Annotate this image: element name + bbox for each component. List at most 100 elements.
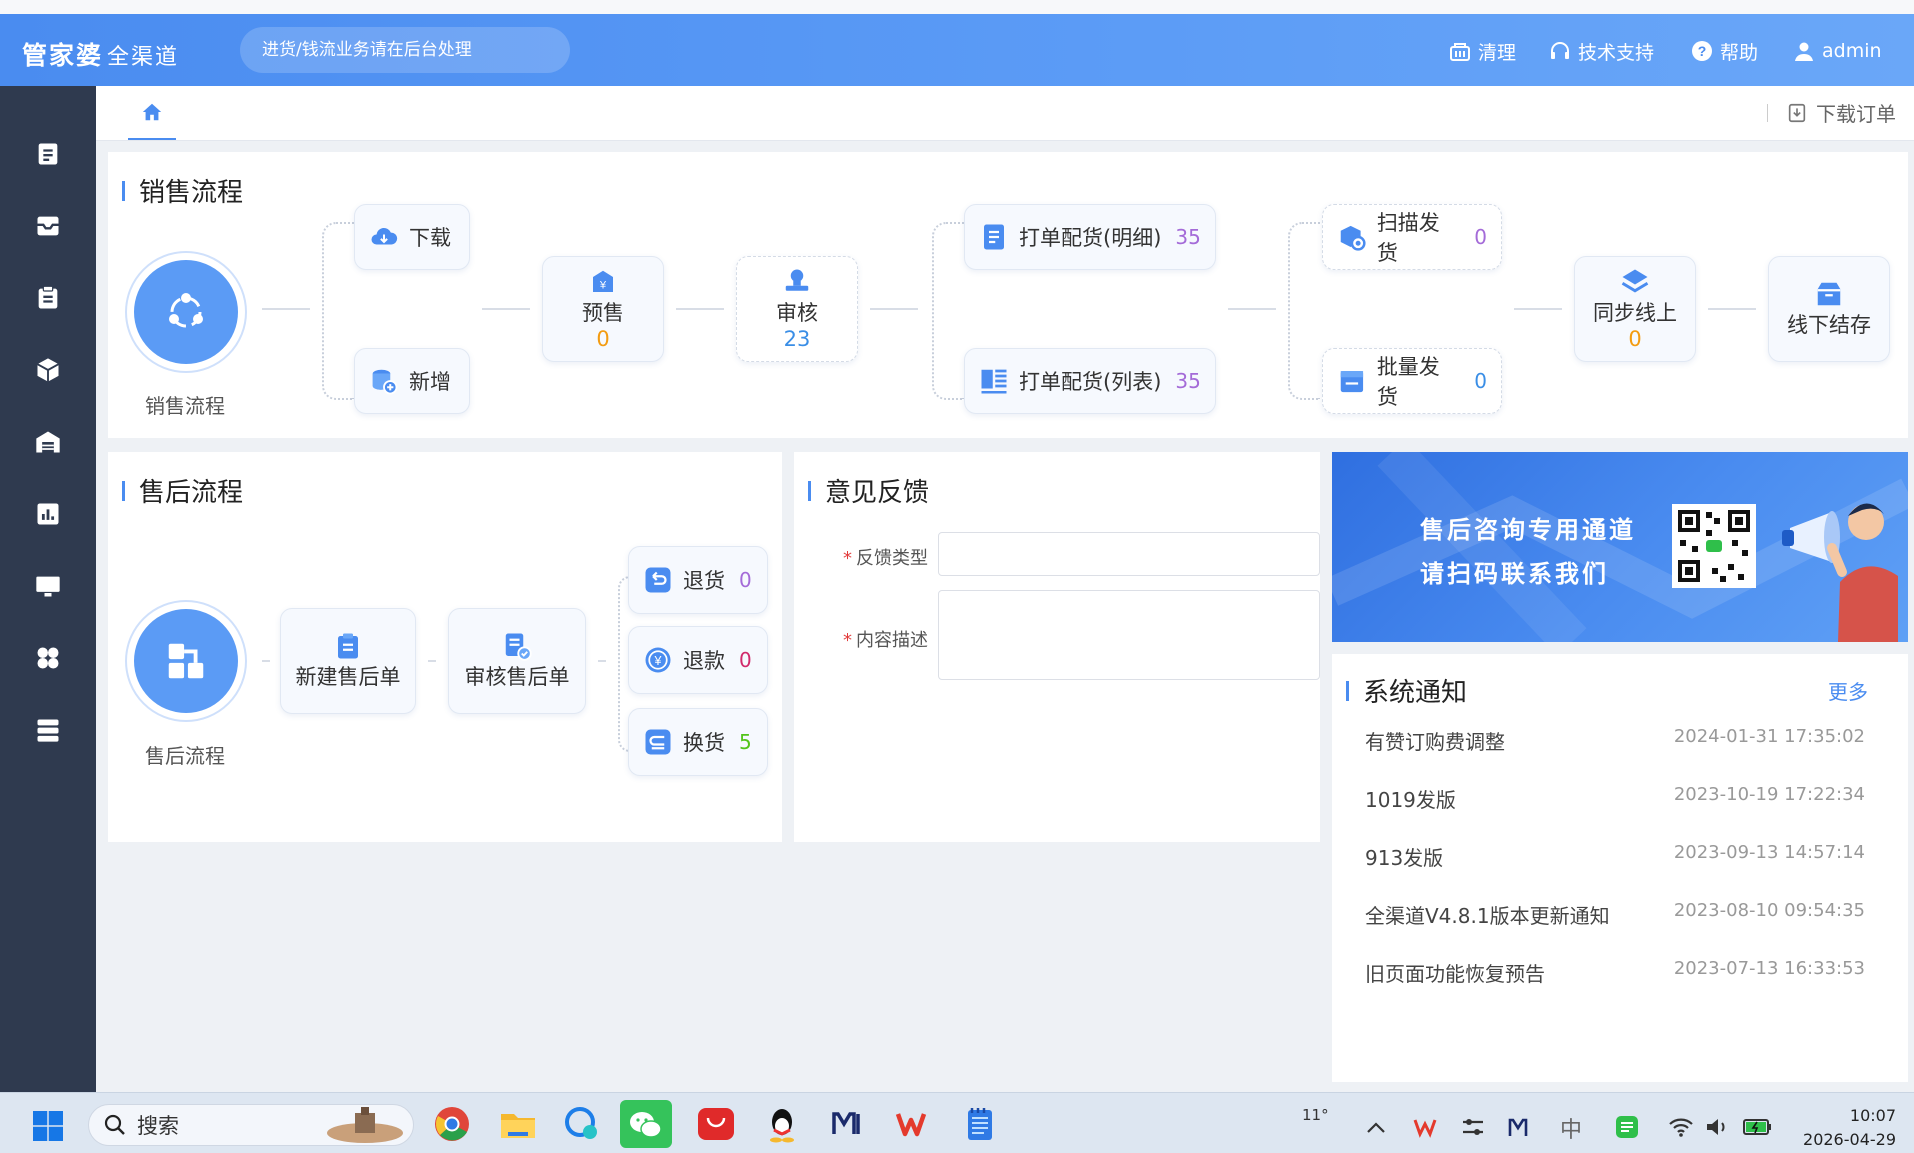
wechat-active-tile[interactable]: [620, 1100, 672, 1148]
app-logo[interactable]: 管家婆 全渠道: [22, 36, 179, 72]
sync-tray-icon[interactable]: [1614, 1114, 1640, 1140]
presale-node[interactable]: ¥ 预售 0: [542, 256, 664, 362]
support-button[interactable]: 技术支持: [1548, 36, 1654, 66]
download-node[interactable]: 下载: [354, 204, 470, 270]
new-doc-icon: [338, 633, 358, 659]
package-icon[interactable]: [34, 356, 62, 384]
inbox-icon[interactable]: [34, 212, 62, 240]
add-node[interactable]: 新增: [354, 348, 470, 414]
batch-ship-label: 批量发货: [1376, 355, 1440, 409]
search-icon: [104, 1114, 125, 1135]
aftersale-flow-circle-label: 售后流程: [145, 744, 225, 768]
new-aftersale-node[interactable]: 新建售后单: [280, 608, 416, 714]
feedback-type-select[interactable]: [938, 532, 1320, 576]
connector-line: [262, 308, 310, 310]
cloud-download-icon: [371, 227, 398, 245]
taskbar-search[interactable]: 搜索: [88, 1104, 414, 1146]
audit-label: 审核: [776, 301, 818, 325]
clock-date[interactable]: 2026-04-29: [1780, 1130, 1896, 1149]
exchange-node[interactable]: 换货 5: [628, 708, 768, 776]
branch-bracket: [322, 222, 354, 400]
download-order-label: 下载订单: [1816, 102, 1896, 126]
database-icon[interactable]: [34, 716, 62, 744]
notice-item[interactable]: 旧页面功能恢复预告 2023-07-13 16:33:53: [1365, 958, 1865, 988]
tray-app-icon[interactable]: [1412, 1114, 1438, 1140]
lm-tray-icon[interactable]: [1506, 1114, 1532, 1140]
notice-date: 2023-10-19 17:22:34: [1673, 784, 1865, 805]
qq-icon[interactable]: [762, 1104, 802, 1144]
audit-node[interactable]: 审核 23: [736, 256, 858, 362]
monitor-icon[interactable]: [34, 572, 62, 600]
document-icon[interactable]: [34, 140, 62, 168]
sync-online-label: 同步线上: [1593, 301, 1677, 325]
notepad-icon[interactable]: [960, 1104, 1000, 1144]
report-chart-icon[interactable]: [34, 500, 62, 528]
connector-line: [1228, 308, 1276, 310]
ime-indicator[interactable]: 中: [1560, 1112, 1582, 1144]
wifi-icon[interactable]: [1668, 1114, 1694, 1140]
tab-home[interactable]: [128, 86, 176, 140]
offline-settle-node[interactable]: 线下结存: [1768, 256, 1890, 362]
chrome-icon[interactable]: [432, 1104, 472, 1144]
lm-app-icon[interactable]: [828, 1104, 868, 1144]
user-menu[interactable]: admin: [1792, 36, 1882, 66]
offline-settle-label: 线下结存: [1787, 313, 1871, 337]
header-notice: 进货/钱流业务请在后台处理: [240, 27, 570, 73]
print-detail-node[interactable]: 打单配货(明细) 35: [964, 204, 1216, 270]
more-link[interactable]: 更多: [1828, 676, 1868, 705]
windows-start-icon[interactable]: [30, 1108, 66, 1144]
audit-count: 23: [783, 327, 811, 351]
notice-item[interactable]: 913发版 2023-09-13 14:57:14: [1365, 842, 1865, 872]
scan-ship-node[interactable]: 扫描发货 0: [1322, 204, 1502, 270]
print-detail-count: 35: [1175, 225, 1201, 249]
warehouse-icon[interactable]: [34, 428, 62, 456]
apps-icon[interactable]: [34, 644, 62, 672]
file-explorer-icon[interactable]: [498, 1104, 538, 1144]
clean-button[interactable]: 清理: [1448, 36, 1516, 66]
return-goods-label: 退货: [683, 569, 725, 593]
feedback-content-textarea[interactable]: [938, 590, 1320, 680]
aftersale-flow-circle[interactable]: [125, 600, 247, 722]
browser-strip: [0, 0, 1914, 15]
return-goods-node[interactable]: 退货 0: [628, 546, 768, 614]
connector-line: [1514, 308, 1562, 310]
battery-charging-icon[interactable]: [1742, 1116, 1772, 1138]
audit-aftersale-node[interactable]: 审核售后单: [448, 608, 586, 714]
return-goods-count: 0: [739, 568, 752, 592]
feedback-content-text: 内容描述: [856, 630, 928, 651]
clock-time[interactable]: 10:07: [1800, 1106, 1896, 1125]
huawei-appgallery-icon[interactable]: [696, 1104, 736, 1144]
chevron-up-icon[interactable]: [1364, 1118, 1388, 1138]
sales-flow-circle[interactable]: [125, 251, 247, 373]
notice-item[interactable]: 1019发版 2023-10-19 17:22:34: [1365, 784, 1865, 814]
svg-text:¥: ¥: [654, 654, 662, 668]
presale-count: 0: [596, 327, 610, 351]
batch-ship-node[interactable]: 批量发货 0: [1322, 348, 1502, 414]
notice-title: 1019发版: [1365, 788, 1456, 812]
volume-icon[interactable]: [1704, 1114, 1730, 1140]
print-list-node[interactable]: 打单配货(列表) 35: [964, 348, 1216, 414]
aftersale-banner[interactable]: 售后咨询专用通道 请扫码联系我们: [1332, 452, 1908, 642]
top-header: 管家婆 全渠道 进货/钱流业务请在后台处理 清理 技术支持 ? 帮助 admin: [0, 14, 1914, 86]
scan-ship-count: 0: [1474, 225, 1487, 249]
settings-sliders-icon[interactable]: [1460, 1114, 1486, 1140]
wechat-icon: [630, 1112, 662, 1138]
help-button[interactable]: ? 帮助: [1690, 36, 1758, 66]
sidebar: [0, 86, 96, 1092]
box-icon: [1817, 282, 1841, 306]
wps-icon[interactable]: [894, 1104, 934, 1144]
clipboard-icon[interactable]: [34, 284, 62, 312]
weather-temp[interactable]: 11°: [1302, 1106, 1329, 1124]
messenger-icon[interactable]: [562, 1104, 602, 1144]
scan-ship-label: 扫描发货: [1376, 211, 1440, 265]
sync-online-node[interactable]: 同步线上 0: [1574, 256, 1696, 362]
refund-node[interactable]: ¥ 退款 0: [628, 626, 768, 694]
help-label: 帮助: [1720, 41, 1759, 64]
notice-item[interactable]: 有赞订购费调整 2024-01-31 17:35:02: [1365, 726, 1865, 756]
new-aftersale-label: 新建售后单: [295, 665, 401, 689]
headset-icon: [1551, 42, 1569, 59]
download-order-button[interactable]: 下载订单: [1767, 98, 1896, 127]
notice-item[interactable]: 全渠道V4.8.1版本更新通知 2023-08-10 09:54:35: [1365, 900, 1865, 930]
refund-count: 0: [739, 648, 752, 672]
qr-code-icon: [1672, 504, 1756, 588]
